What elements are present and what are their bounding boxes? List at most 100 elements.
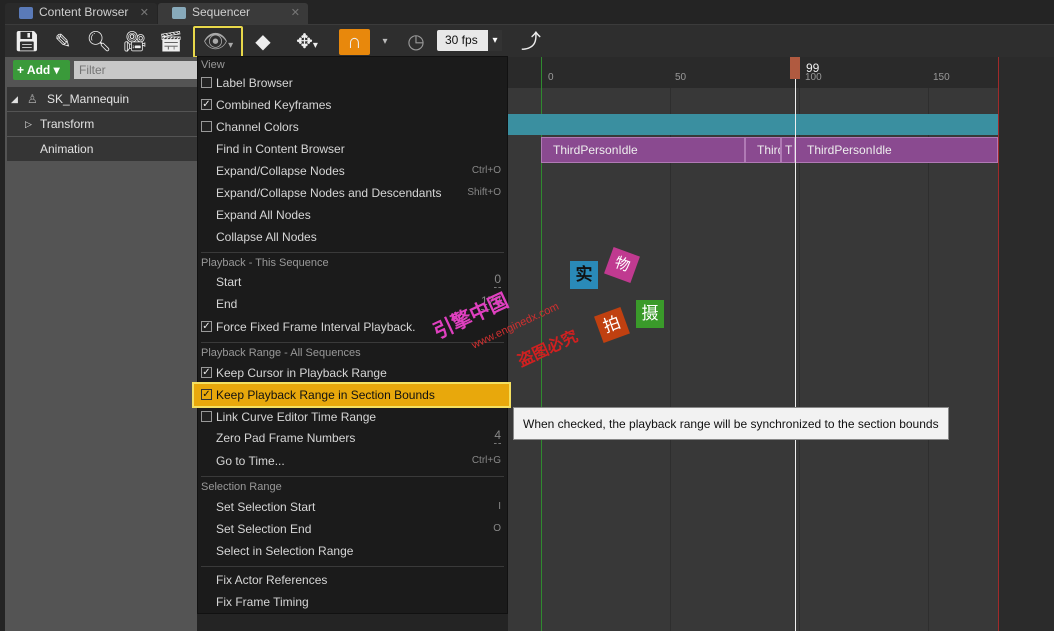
shortcut-label: Ctrl+O <box>471 165 501 176</box>
menu-item-zero-pad-frame-numbers[interactable]: Zero Pad Frame Numbers 4 <box>198 427 507 449</box>
anim-section[interactable]: ThirdPersonIdle <box>795 137 998 163</box>
chevron-down-icon[interactable]: ▾ <box>377 29 393 55</box>
menu-item-label: Link Curve Editor Time Range <box>216 410 377 424</box>
content-browser-icon <box>19 7 33 19</box>
checkbox-checked-icon[interactable]: ✓ <box>201 321 212 332</box>
menu-section-header: Playback Range - All Sequences <box>201 347 361 359</box>
section-label: ThirdPersonIdle <box>807 143 892 157</box>
anim-section[interactable]: T <box>781 137 795 163</box>
menu-section-header: Selection Range <box>201 481 282 493</box>
menu-item-link-curve-editor-time-range[interactable]: Link Curve Editor Time Range <box>198 406 507 428</box>
menu-item-label: Start <box>216 275 242 289</box>
value-input[interactable]: 4 <box>494 427 501 444</box>
chevron-down-icon: ▾ <box>488 30 502 51</box>
tab-content-browser[interactable]: Content Browser ✕ <box>5 3 157 24</box>
edit-icon[interactable]: ✎ <box>49 29 77 55</box>
add-label: Add <box>26 63 51 77</box>
menu-separator <box>201 342 504 343</box>
menu-item-channel-colors[interactable]: Channel Colors <box>198 116 507 138</box>
menu-item-find-in-content-browser[interactable]: Find in Content Browser <box>198 138 507 160</box>
fps-select[interactable]: 30 fps ▾ <box>437 30 502 51</box>
clock-icon[interactable]: ◷ <box>403 29 429 55</box>
menu-item-label: Channel Colors <box>216 120 299 134</box>
playhead-line[interactable] <box>795 57 796 631</box>
menu-item-set-selection-end[interactable]: Set Selection End O <box>198 518 507 540</box>
timeline[interactable]: 0 50 100 150 ThirdPersonIdle Third T Thi… <box>508 57 1054 631</box>
menu-item-label: Keep Cursor in Playback Range <box>216 366 387 380</box>
filter-input[interactable] <box>74 61 197 79</box>
menu-item-go-to-time[interactable]: Go to Time... Ctrl+G <box>198 450 507 472</box>
menu-item-label: Fix Frame Timing <box>216 595 309 609</box>
tab-label: Content Browser <box>39 5 129 19</box>
collapse-arrow-icon[interactable]: ◢ <box>11 87 18 111</box>
menu-separator <box>201 566 504 567</box>
checkbox-checked-icon[interactable]: ✓ <box>201 99 212 110</box>
menu-separator <box>201 476 504 477</box>
sequencer-icon <box>172 7 186 19</box>
shortcut-label: I <box>498 501 501 512</box>
close-icon[interactable]: ✕ <box>140 6 149 19</box>
search-icon[interactable]: 🔍︎ <box>85 29 113 55</box>
menu-separator <box>201 252 504 253</box>
key-icon[interactable]: ◆ <box>249 29 277 55</box>
outliner-row-sk-mannequin[interactable]: ◢ ♙ SK_Mannequin <box>7 87 197 111</box>
menu-item-keep-cursor-in-playback-range[interactable]: ✓ Keep Cursor in Playback Range <box>198 362 507 384</box>
checkbox-checked-icon[interactable]: ✓ <box>201 367 212 378</box>
checkbox-icon[interactable] <box>201 411 212 422</box>
menu-item-expand-all-nodes[interactable]: Expand All Nodes <box>198 204 507 226</box>
magnet-icon[interactable]: ∩ <box>339 29 370 55</box>
outliner-row-animation[interactable]: Animation <box>7 137 197 161</box>
watermark: 摄 <box>636 300 664 328</box>
menu-section-header: Playback - This Sequence <box>201 257 329 269</box>
menu-item-fix-actor-references[interactable]: Fix Actor References <box>198 569 507 591</box>
tab-sequencer[interactable]: Sequencer ✕ <box>158 3 308 24</box>
watermark-text: 物 <box>612 253 633 276</box>
camera-icon[interactable]: 🎥︎ <box>121 29 149 55</box>
curve-icon[interactable]: ⤴ <box>517 29 545 55</box>
close-icon[interactable]: ✕ <box>291 6 300 19</box>
view-options-button[interactable]: 👁︎▾ <box>193 26 243 58</box>
checkbox-icon[interactable] <box>201 77 212 88</box>
anim-section[interactable]: Third <box>745 137 781 163</box>
menu-item-label: Collapse All Nodes <box>216 230 317 244</box>
tooltip: When checked, the playback range will be… <box>513 407 949 440</box>
checkbox-icon[interactable] <box>201 121 212 132</box>
menu-item-label-browser[interactable]: Label Browser <box>198 72 507 94</box>
track-bar[interactable] <box>508 114 998 135</box>
time-ruler[interactable] <box>508 57 1054 88</box>
menu-item-expand-collapse-nodes-and-descendants[interactable]: Expand/Collapse Nodes and Descendants Shi… <box>198 182 507 204</box>
row-label: Animation <box>40 142 94 156</box>
add-button[interactable]: + Add ▾ <box>13 60 70 80</box>
anim-section[interactable]: ThirdPersonIdle <box>541 137 745 163</box>
menu-item-set-selection-start[interactable]: Set Selection Start I <box>198 496 507 518</box>
outliner-row-transform[interactable]: ▷ Transform <box>7 112 197 136</box>
menu-item-keep-playback-range-in-section-bounds[interactable]: ✓ Keep Playback Range in Section Bounds <box>192 382 511 408</box>
fps-value: 30 fps <box>445 33 478 47</box>
menu-item-start[interactable]: Start 0 <box>198 271 507 293</box>
menu-item-combined-keyframes[interactable]: ✓ Combined Keyframes <box>198 94 507 116</box>
tick-label: 50 <box>675 72 687 83</box>
menu-section-header: View <box>201 59 225 71</box>
menu-item-select-in-selection-range[interactable]: Select in Selection Range <box>198 540 507 562</box>
menu-item-fix-frame-timing[interactable]: Fix Frame Timing <box>198 591 507 613</box>
menu-item-label: Force Fixed Frame Interval Playback. <box>216 320 416 334</box>
menu-item-label: Expand/Collapse Nodes <box>216 164 345 178</box>
clapper-icon[interactable]: 🎬︎ <box>157 29 185 55</box>
tab-label: Sequencer <box>192 5 251 19</box>
shortcut-label: O <box>493 523 501 534</box>
playback-end-line[interactable] <box>998 57 999 631</box>
row-label: SK_Mannequin <box>47 92 130 106</box>
key-options-icon[interactable]: ✥▾ <box>287 29 327 55</box>
grid-line <box>928 88 929 631</box>
outliner: + Add ▾ ◢ ♙ SK_Mannequin ▷ Transform Animat… <box>5 57 197 631</box>
watermark-text: 实 <box>575 265 593 284</box>
shortcut-label: Ctrl+G <box>471 455 501 466</box>
checkbox-checked-icon[interactable]: ✓ <box>201 389 212 400</box>
row-label: Transform <box>40 117 95 131</box>
menu-item-expand-collapse-nodes[interactable]: Expand/Collapse Nodes Ctrl+O <box>198 160 507 182</box>
menu-item-label: Combined Keyframes <box>216 98 332 112</box>
save-icon[interactable]: 💾︎ <box>13 29 41 55</box>
menu-item-collapse-all-nodes[interactable]: Collapse All Nodes <box>198 226 507 248</box>
expand-arrow-icon[interactable]: ▷ <box>25 112 32 136</box>
playhead-handle[interactable] <box>790 57 800 79</box>
